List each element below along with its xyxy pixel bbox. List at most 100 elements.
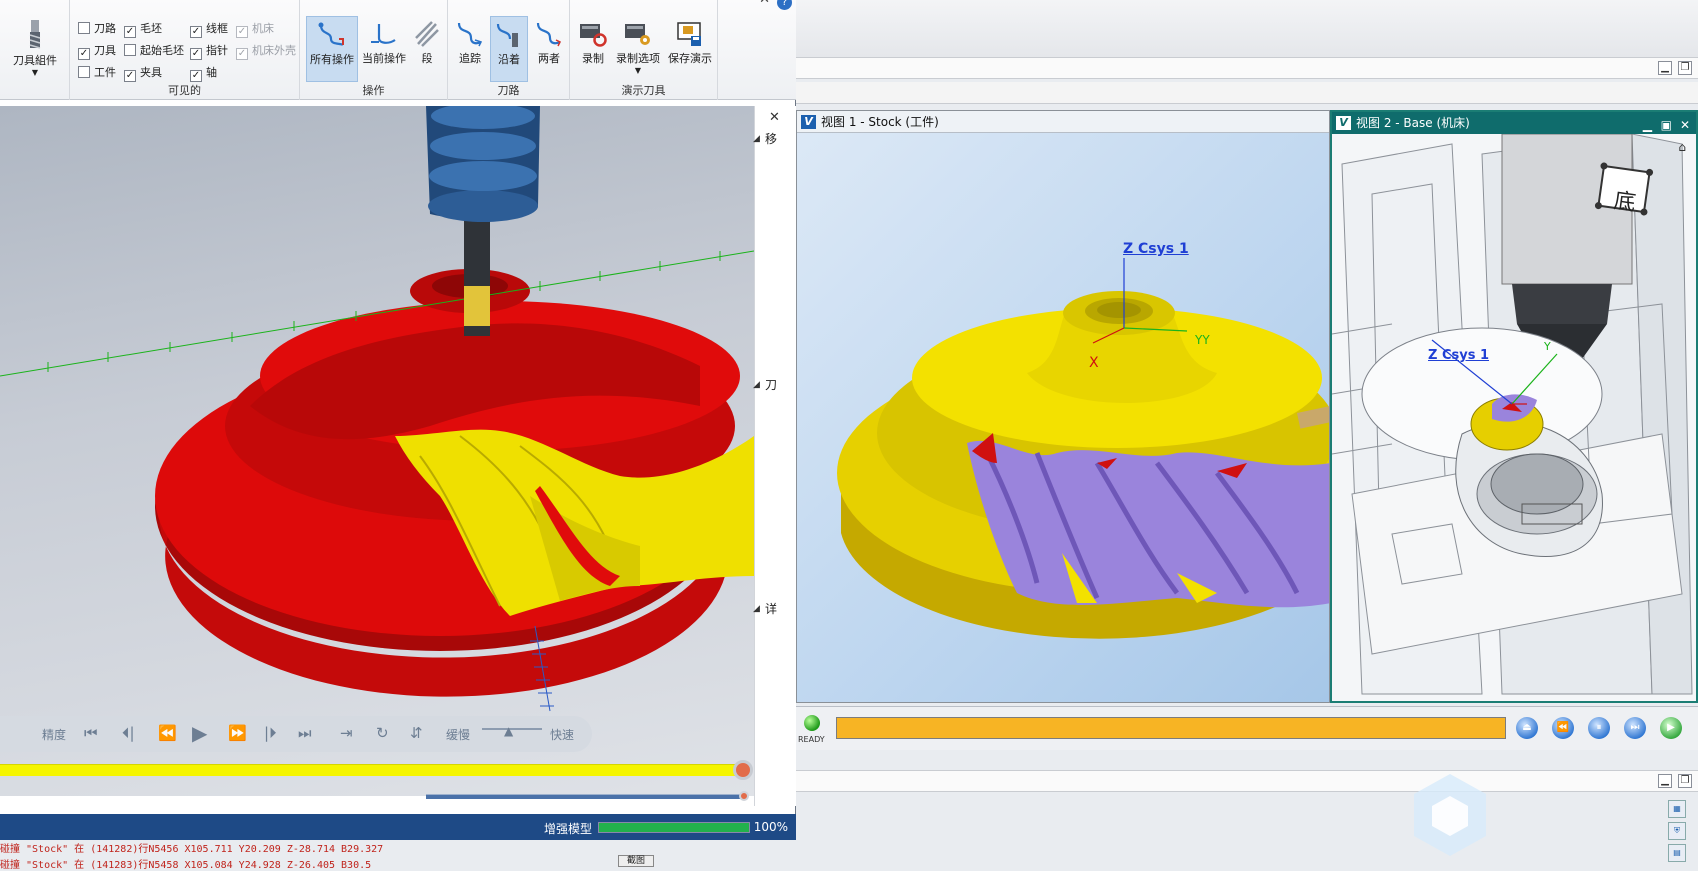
view-cube-face[interactable]: 底: [1612, 183, 1638, 218]
both-button[interactable]: 两者: [530, 16, 568, 82]
checkbox-box[interactable]: [78, 22, 90, 34]
visibility-checkbox[interactable]: 起始毛坯: [124, 42, 184, 58]
checkbox-box[interactable]: ✓: [190, 70, 202, 82]
loop-icon[interactable]: ↻: [376, 724, 389, 742]
eject-icon[interactable]: ⏏: [1516, 717, 1538, 739]
option-icon[interactable]: ⇵: [410, 724, 423, 742]
toolpath-current-icon: [371, 24, 396, 44]
both-label: 两者: [538, 52, 560, 65]
home-icon[interactable]: ⌂: [1678, 140, 1686, 154]
trace-button[interactable]: 追踪: [452, 16, 488, 82]
checkbox-label: 机床外壳: [252, 44, 296, 57]
collapse-arrow-icon[interactable]: ◢: [753, 134, 760, 144]
single-step-icon[interactable]: ⇥: [340, 724, 353, 742]
window-close-icon[interactable]: ✕: [759, 0, 770, 7]
vericut-logo-icon: V: [1336, 116, 1351, 130]
impeller-3d-model: [0, 106, 754, 712]
ribbon-toolbar: ✕ ? 刀具組件 ▼ 可见的 刀路✓刀具工件✓毛坯起始毛坯✓夹具✓线框✓指针✓轴…: [0, 0, 796, 100]
minimize-icon[interactable]: ▁: [1658, 61, 1672, 75]
visibility-checkbox[interactable]: ✓ 刀具: [78, 42, 116, 60]
checkbox-box[interactable]: ✓: [190, 48, 202, 60]
speed-slider-thumb[interactable]: ▲: [504, 724, 513, 738]
visibility-checkbox[interactable]: ✓ 毛坯: [124, 20, 162, 38]
collapse-arrow-icon[interactable]: ◢: [753, 380, 760, 390]
maximize-icon[interactable]: ▣: [1661, 114, 1672, 136]
segment-button[interactable]: 段: [410, 16, 444, 82]
current-operation-button[interactable]: 当前操作: [358, 16, 410, 82]
visibility-checkbox[interactable]: ✓ 线框: [190, 20, 228, 38]
fast-forward-icon[interactable]: ⏩: [228, 724, 247, 742]
minimize-icon[interactable]: ▁: [1643, 114, 1652, 136]
checkbox-box[interactable]: ✓: [236, 26, 248, 38]
step-forward-icon[interactable]: |⏵: [264, 724, 277, 742]
along-button[interactable]: 沿着: [490, 16, 528, 82]
record-options-button[interactable]: 录制选项 ▼: [614, 16, 662, 82]
save-demo-button[interactable]: 保存演示: [664, 16, 716, 82]
background-panel-strip: ▁ ❐: [796, 57, 1698, 79]
background-panel-strip-2: [796, 82, 1698, 104]
visibility-checkbox[interactable]: ✓ 指针: [190, 42, 228, 60]
playback-toolbar: 精度 ⏮ ⏴| ⏪ ▶ ⏩ |⏵ ⏭ ⇥ ↻ ⇵ 缓慢 ▲ 快速: [0, 716, 592, 752]
background-panel-strip-3: ▁ ❐: [796, 770, 1698, 792]
rewind-icon[interactable]: ⏪: [158, 724, 177, 742]
side-tool-icon[interactable]: ▤: [1668, 844, 1686, 862]
restore-icon[interactable]: ❐: [1678, 61, 1692, 75]
visibility-checkbox[interactable]: 刀路: [78, 20, 116, 36]
checkbox-box[interactable]: [124, 44, 136, 56]
checkbox-label: 工件: [94, 66, 116, 79]
pause-icon[interactable]: ⏸: [1588, 717, 1610, 739]
close-icon[interactable]: ✕: [1680, 114, 1690, 136]
record-button[interactable]: 录制: [572, 16, 614, 82]
visibility-checkbox[interactable]: ✓ 夹具: [124, 64, 162, 82]
help-icon[interactable]: ?: [777, 0, 792, 10]
all-operations-button[interactable]: 所有操作: [306, 16, 358, 82]
panel-section-label: 刀: [765, 378, 778, 392]
toolpath-group-title: 刀路: [497, 84, 520, 97]
view-2-machine[interactable]: V 视图 2 - Base (机床) ▁ ▣ ✕ 底 ⌂ Z Csys 1 Y: [1330, 110, 1698, 703]
along-label: 沿着: [498, 53, 520, 66]
screenshot-button[interactable]: 截图: [618, 855, 654, 867]
tool-component-button[interactable]: 刀具組件 ▼: [12, 16, 58, 82]
rewind-icon[interactable]: ⏪: [1552, 717, 1574, 739]
visibility-checkbox[interactable]: 工件: [78, 64, 116, 80]
play-icon[interactable]: ▶: [192, 721, 207, 745]
secondary-progress-bar: [426, 794, 744, 799]
panel-close-icon[interactable]: ✕: [769, 110, 780, 125]
checkbox-label: 刀路: [94, 22, 116, 35]
checkbox-box[interactable]: ✓: [124, 26, 136, 38]
view-1-titlebar: V 视图 1 - Stock (工件): [797, 111, 1329, 133]
skip-start-icon[interactable]: ⏮: [84, 724, 98, 742]
panel-section-label: 移: [765, 132, 778, 146]
checkbox-box[interactable]: ✓: [124, 70, 136, 82]
minimize-icon[interactable]: ▁: [1658, 774, 1672, 788]
side-tool-icon[interactable]: ▦: [1668, 800, 1686, 818]
secondary-progress-knob[interactable]: [739, 791, 749, 801]
fast-label: 快速: [550, 728, 575, 742]
operations-group: 所有操作 当前操作 段 操作: [300, 0, 448, 100]
tool-component-group: 刀具組件 ▼: [0, 0, 70, 100]
record-options-label: 录制选项: [616, 52, 660, 65]
restore-icon[interactable]: ❐: [1678, 774, 1692, 788]
play-icon[interactable]: ▶: [1660, 717, 1682, 739]
checkbox-box[interactable]: [78, 66, 90, 78]
status-progress-fill: [599, 823, 749, 832]
machine-3d-model: [1332, 134, 1693, 695]
visible-group-title: 可见的: [168, 84, 201, 97]
checkbox-box[interactable]: ✓: [78, 48, 90, 60]
progress-knob[interactable]: [733, 760, 753, 780]
view-1-stock[interactable]: V 视图 1 - Stock (工件) Z Csys 1 YY X: [796, 110, 1330, 703]
shield-icon[interactable]: ⛨: [1668, 822, 1686, 840]
toolpath-all-icon: [318, 22, 344, 46]
checkbox-label: 指针: [206, 44, 228, 57]
ready-indicator-icon: [804, 715, 820, 731]
simulation-viewport[interactable]: [0, 106, 754, 796]
current-operation-label: 当前操作: [362, 52, 406, 65]
visibility-checkbox[interactable]: ✓ 轴: [190, 64, 217, 82]
step-back-icon[interactable]: ⏴|: [122, 724, 135, 742]
skip-end-icon[interactable]: ⏭: [298, 724, 312, 742]
step-icon[interactable]: ⏭: [1624, 717, 1646, 739]
checkbox-box[interactable]: ✓: [236, 48, 248, 60]
collapse-arrow-icon[interactable]: ◢: [753, 604, 760, 614]
end-mill-icon: [29, 20, 41, 49]
checkbox-box[interactable]: ✓: [190, 26, 202, 38]
